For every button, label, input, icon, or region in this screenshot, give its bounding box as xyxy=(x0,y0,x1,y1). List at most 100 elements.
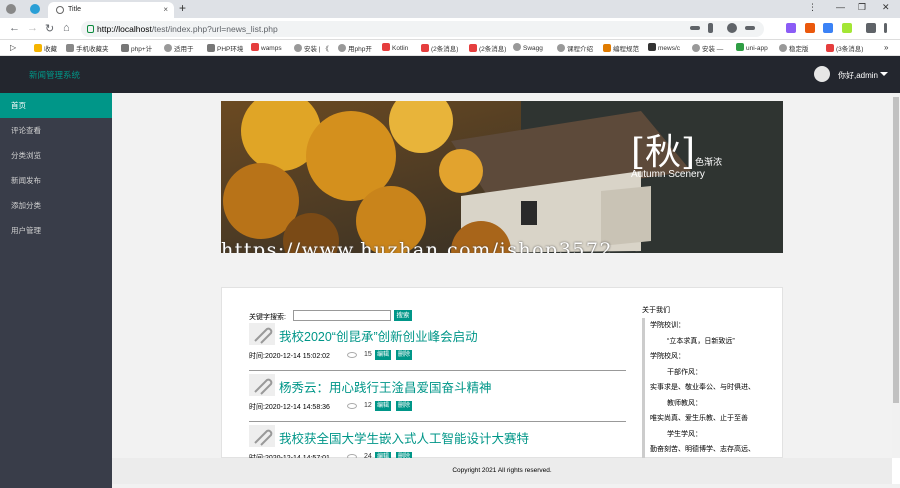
window-menu-icon[interactable]: ⋮ xyxy=(808,2,817,13)
new-tab-button[interactable]: + xyxy=(179,1,186,15)
extension-b-icon[interactable] xyxy=(786,23,796,33)
eye-icon xyxy=(347,403,357,409)
extension-game-icon[interactable] xyxy=(805,23,815,33)
key-icon[interactable] xyxy=(690,26,700,30)
bookmark-item[interactable]: php+计 xyxy=(121,43,152,53)
article-title[interactable]: 我校2020“创昆承”创新创业峰会启动 xyxy=(279,326,478,345)
close-window-icon[interactable]: ✕ xyxy=(882,2,890,13)
list-item: 我校2020“创昆承”创新创业峰会启动 时间:2020-12-14 15:02:… xyxy=(249,323,626,371)
delete-button[interactable]: 删除 xyxy=(396,401,413,411)
forward-icon[interactable]: → xyxy=(27,22,38,34)
bookmark-item[interactable]: 适用于 xyxy=(164,43,194,53)
address-bar[interactable]: http://localhost/test/index.php?url=news… xyxy=(81,21,764,37)
restore-icon[interactable]: ❐ xyxy=(858,2,866,13)
bookmark-item[interactable]: (3条消息) xyxy=(826,43,863,53)
vertical-scrollbar[interactable] xyxy=(892,93,900,458)
bookmark-item[interactable]: PHP环境 xyxy=(207,43,243,53)
bookmark-item[interactable]: uni-app xyxy=(736,43,768,52)
horizontal-scrollbar[interactable] xyxy=(112,484,900,488)
article-views: 15 xyxy=(364,351,372,358)
avatar[interactable] xyxy=(814,66,830,82)
browser-menu-icon[interactable] xyxy=(6,4,16,14)
globe-icon xyxy=(56,6,64,14)
site-icon xyxy=(121,44,129,52)
home-icon[interactable]: ⌂ xyxy=(63,22,70,34)
app-brand[interactable]: 新闻管理系统 xyxy=(29,69,80,81)
about-line: 学院校训： xyxy=(650,322,685,329)
about-line: 学院校风： xyxy=(650,353,685,360)
minimize-icon[interactable]: — xyxy=(836,2,845,12)
article-time: 时间:2020-12-14 15:02:02 xyxy=(249,353,330,360)
sidebar-item-comments[interactable]: 评论查看 xyxy=(0,118,112,143)
globe-icon xyxy=(164,44,172,52)
bookmark-item[interactable]: 编程规范 xyxy=(603,43,639,53)
bookmark-item[interactable]: Kotlin xyxy=(382,43,408,52)
scrollbar-thumb[interactable] xyxy=(893,97,899,403)
chevron-down-icon[interactable] xyxy=(880,72,888,76)
article-time: 时间:2020-12-14 14:58:36 xyxy=(249,404,330,411)
extension-color-icon[interactable] xyxy=(842,23,852,33)
browser-tab-strip: Title × + ⋮ — ❐ ✕ xyxy=(0,0,900,18)
close-tab-icon[interactable]: × xyxy=(163,5,168,14)
edit-button[interactable]: 编辑 xyxy=(375,401,392,411)
bookmark-item[interactable]: 安装 — xyxy=(692,43,723,53)
site-icon xyxy=(736,43,744,51)
banner-big-char: [秋] xyxy=(631,132,696,173)
telegram-icon[interactable] xyxy=(30,4,40,14)
article-title[interactable]: 我校获全国大学生嵌入式人工智能设计大赛特 xyxy=(279,428,529,447)
lightning-icon[interactable] xyxy=(708,23,713,33)
sidebar-item-publish[interactable]: 新闻发布 xyxy=(0,168,112,193)
star-icon[interactable] xyxy=(727,23,737,33)
bookmark-item[interactable]: 收藏 xyxy=(34,43,57,53)
bookmarks-bar: ▷ 收藏 手机收藏夹 php+计 适用于 PHP环境 wamps 安装 | 《 … xyxy=(0,40,900,56)
bookmark-item[interactable]: 用php开 xyxy=(338,43,372,53)
secure-icon xyxy=(87,25,94,33)
bookmark-item[interactable]: 课程介绍 xyxy=(557,43,593,53)
bookmarks-toggle-icon[interactable]: ▷ xyxy=(10,43,16,52)
about-line: 勤奋刻苦、明德博学、志存高远、 xyxy=(650,446,755,453)
about-line: 干部作风： xyxy=(667,368,702,376)
bookmark-item[interactable]: 稳定版 xyxy=(779,43,809,53)
about-line: 教师教风： xyxy=(667,399,702,407)
edit-button[interactable]: 编辑 xyxy=(375,350,392,360)
globe-icon xyxy=(338,44,346,52)
delete-button[interactable]: 删除 xyxy=(396,350,413,360)
banner-image: [秋] 色渐浓 Autumn Scenery https://www.huzha… xyxy=(221,101,783,253)
dropdown-icon[interactable] xyxy=(745,26,755,30)
about-title: 关于我们 xyxy=(642,307,670,314)
search-input[interactable] xyxy=(293,310,391,321)
article-title[interactable]: 杨秀云：用心践行王淦昌爱国奋斗精神 xyxy=(279,377,492,396)
bookmark-item[interactable]: 手机收藏夹 xyxy=(66,43,109,53)
about-line: 学生学风： xyxy=(667,430,702,438)
download-icon[interactable] xyxy=(866,23,876,33)
search-button[interactable]: 搜索 xyxy=(394,310,412,321)
bookmark-item[interactable]: Swagg xyxy=(513,43,543,52)
csdn-icon xyxy=(382,43,390,51)
sidebar-item-home[interactable]: 首页 xyxy=(0,93,112,118)
menu-icon[interactable] xyxy=(884,23,887,33)
extension-a-icon[interactable] xyxy=(823,23,833,33)
browser-tab[interactable]: Title × xyxy=(48,2,174,18)
back-icon[interactable]: ← xyxy=(9,22,20,34)
banner-sub-text: Autumn Scenery xyxy=(631,169,705,180)
about-box: 学院校训： “立本求真，日新致远” 学院校风： 干部作风： 实事求是、敬业奉公、… xyxy=(642,318,770,458)
reload-icon[interactable]: ↻ xyxy=(45,22,54,35)
more-bookmarks-icon[interactable]: » xyxy=(884,43,888,52)
address-url[interactable]: http://localhost/test/index.php?url=news… xyxy=(97,24,278,34)
sidebar-item-users[interactable]: 用户管理 xyxy=(0,218,112,243)
sidebar: 首页 评论查看 分类浏览 新闻发布 添加分类 用户管理 xyxy=(0,93,112,488)
bookmark-item[interactable]: 安装 | 《 xyxy=(294,43,329,53)
sidebar-item-categories[interactable]: 分类浏览 xyxy=(0,143,112,168)
csdn-icon xyxy=(826,44,834,52)
bookmark-item[interactable]: (2条消息) xyxy=(469,43,506,53)
sidebar-item-add-category[interactable]: 添加分类 xyxy=(0,193,112,218)
bookmark-item[interactable]: wamps xyxy=(251,43,282,52)
user-menu[interactable]: 你好,admin xyxy=(838,70,878,81)
article-views: 12 xyxy=(364,402,372,409)
page-footer: Copyright 2021 All rights reserved. xyxy=(112,458,892,484)
site-icon xyxy=(207,44,215,52)
globe-icon xyxy=(557,44,565,52)
bookmark-item[interactable]: (2条消息) xyxy=(421,43,458,53)
csdn-icon xyxy=(469,44,477,52)
bookmark-item[interactable]: mews/c xyxy=(648,43,680,52)
